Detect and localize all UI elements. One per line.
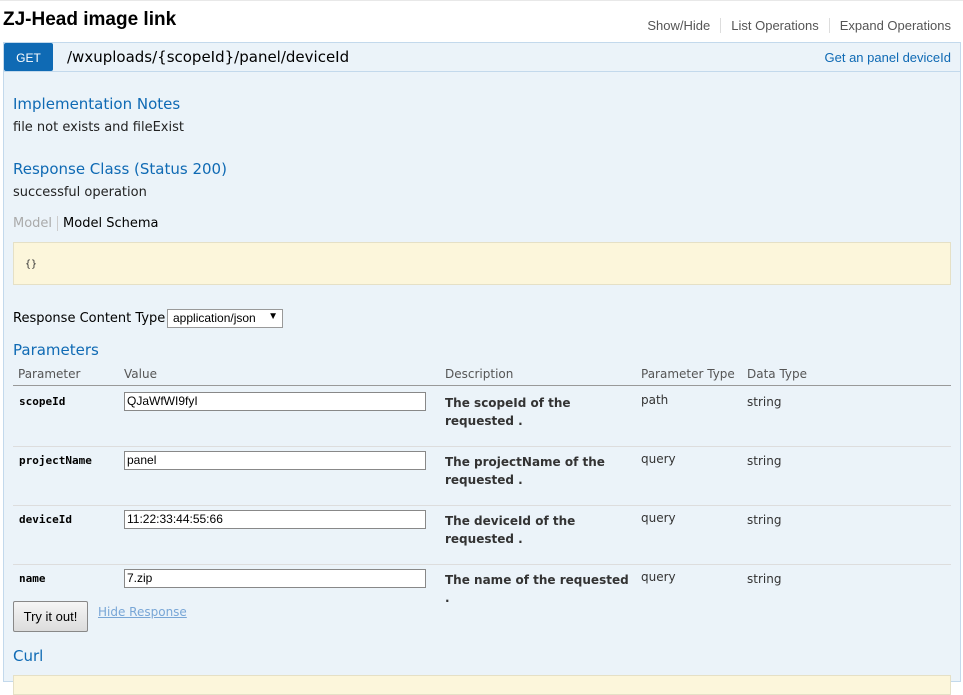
response-class-heading: Response Class (Status 200)	[13, 160, 227, 178]
scopeid-input[interactable]: QJaWfWI9fyI	[124, 392, 426, 411]
implementation-notes-text: file not exists and fileExist	[13, 120, 184, 135]
parameter-name: name	[19, 572, 46, 585]
resource-title[interactable]: ZJ-Head image link	[3, 9, 176, 31]
table-row: scopeId QJaWfWI9fyI The scopeId of the r…	[13, 387, 951, 447]
deviceid-input[interactable]: 11:22:33:44:55:66	[124, 510, 426, 529]
response-content-type-select[interactable]: application/json ▼	[167, 309, 283, 328]
table-row: deviceId 11:22:33:44:55:66 The deviceId …	[13, 505, 951, 565]
implementation-notes-heading: Implementation Notes	[13, 95, 181, 113]
try-it-out-button[interactable]: Try it out!	[13, 601, 88, 632]
data-type: string	[747, 513, 782, 527]
projectname-input[interactable]: panel	[124, 451, 426, 470]
resource-links: Show/Hide List Operations Expand Operati…	[637, 18, 951, 33]
operation-summary[interactable]: Get an panel deviceId	[825, 50, 951, 65]
column-header-parameter-type: Parameter Type	[641, 367, 735, 381]
column-header-value: Value	[124, 367, 157, 381]
curl-heading: Curl	[13, 647, 44, 665]
table-row: projectName panel The projectName of the…	[13, 446, 951, 506]
column-header-data-type: Data Type	[747, 367, 808, 381]
hide-response-link[interactable]: Hide Response	[98, 605, 187, 619]
operation-path[interactable]: /wxuploads/{scopeId}/panel/deviceId	[67, 48, 349, 66]
show-hide-link[interactable]: Show/Hide	[637, 18, 722, 33]
data-type: string	[747, 454, 782, 468]
data-type: string	[747, 395, 782, 409]
response-content-type-value: application/json	[173, 311, 256, 325]
model-tab[interactable]: Model	[13, 216, 59, 231]
model-tabs: Model Model Schema	[13, 216, 163, 231]
parameter-description: The projectName of the requested .	[445, 455, 605, 487]
list-operations-link[interactable]: List Operations	[721, 18, 830, 33]
operation-panel: GET /wxuploads/{scopeId}/panel/deviceId …	[3, 42, 961, 695]
parameter-type: query	[641, 452, 676, 466]
parameter-name: scopeId	[19, 395, 66, 408]
column-header-parameter: Parameter	[18, 367, 81, 381]
model-schema-text: {}	[25, 259, 38, 270]
parameter-description: The deviceId of the requested .	[445, 514, 576, 546]
operation-heading[interactable]: GET /wxuploads/{scopeId}/panel/deviceId …	[4, 43, 960, 72]
parameters-heading: Parameters	[13, 341, 99, 359]
response-class-text: successful operation	[13, 185, 147, 200]
expand-operations-link[interactable]: Expand Operations	[830, 18, 951, 33]
dropdown-arrow-icon: ▼	[268, 311, 278, 322]
resource-header: ZJ-Head image link Show/Hide List Operat…	[0, 0, 963, 43]
name-input[interactable]: 7.zip	[124, 569, 426, 588]
parameter-type: query	[641, 511, 676, 525]
response-content-type-label: Response Content Type	[13, 311, 166, 326]
http-method-badge[interactable]: GET	[4, 43, 53, 71]
parameter-name: projectName	[19, 454, 92, 467]
model-schema-box: {}	[13, 242, 951, 285]
parameter-description: The name of the requested .	[445, 573, 629, 605]
parameter-description: The scopeId of the requested .	[445, 396, 571, 428]
parameters-table-header: Parameter Value Description Parameter Ty…	[13, 365, 951, 386]
parameter-type: query	[641, 570, 676, 584]
data-type: string	[747, 572, 782, 586]
column-header-description: Description	[445, 367, 514, 381]
model-schema-tab[interactable]: Model Schema	[63, 216, 163, 231]
curl-box	[13, 675, 951, 695]
parameter-type: path	[641, 393, 669, 407]
parameter-name: deviceId	[19, 513, 72, 526]
